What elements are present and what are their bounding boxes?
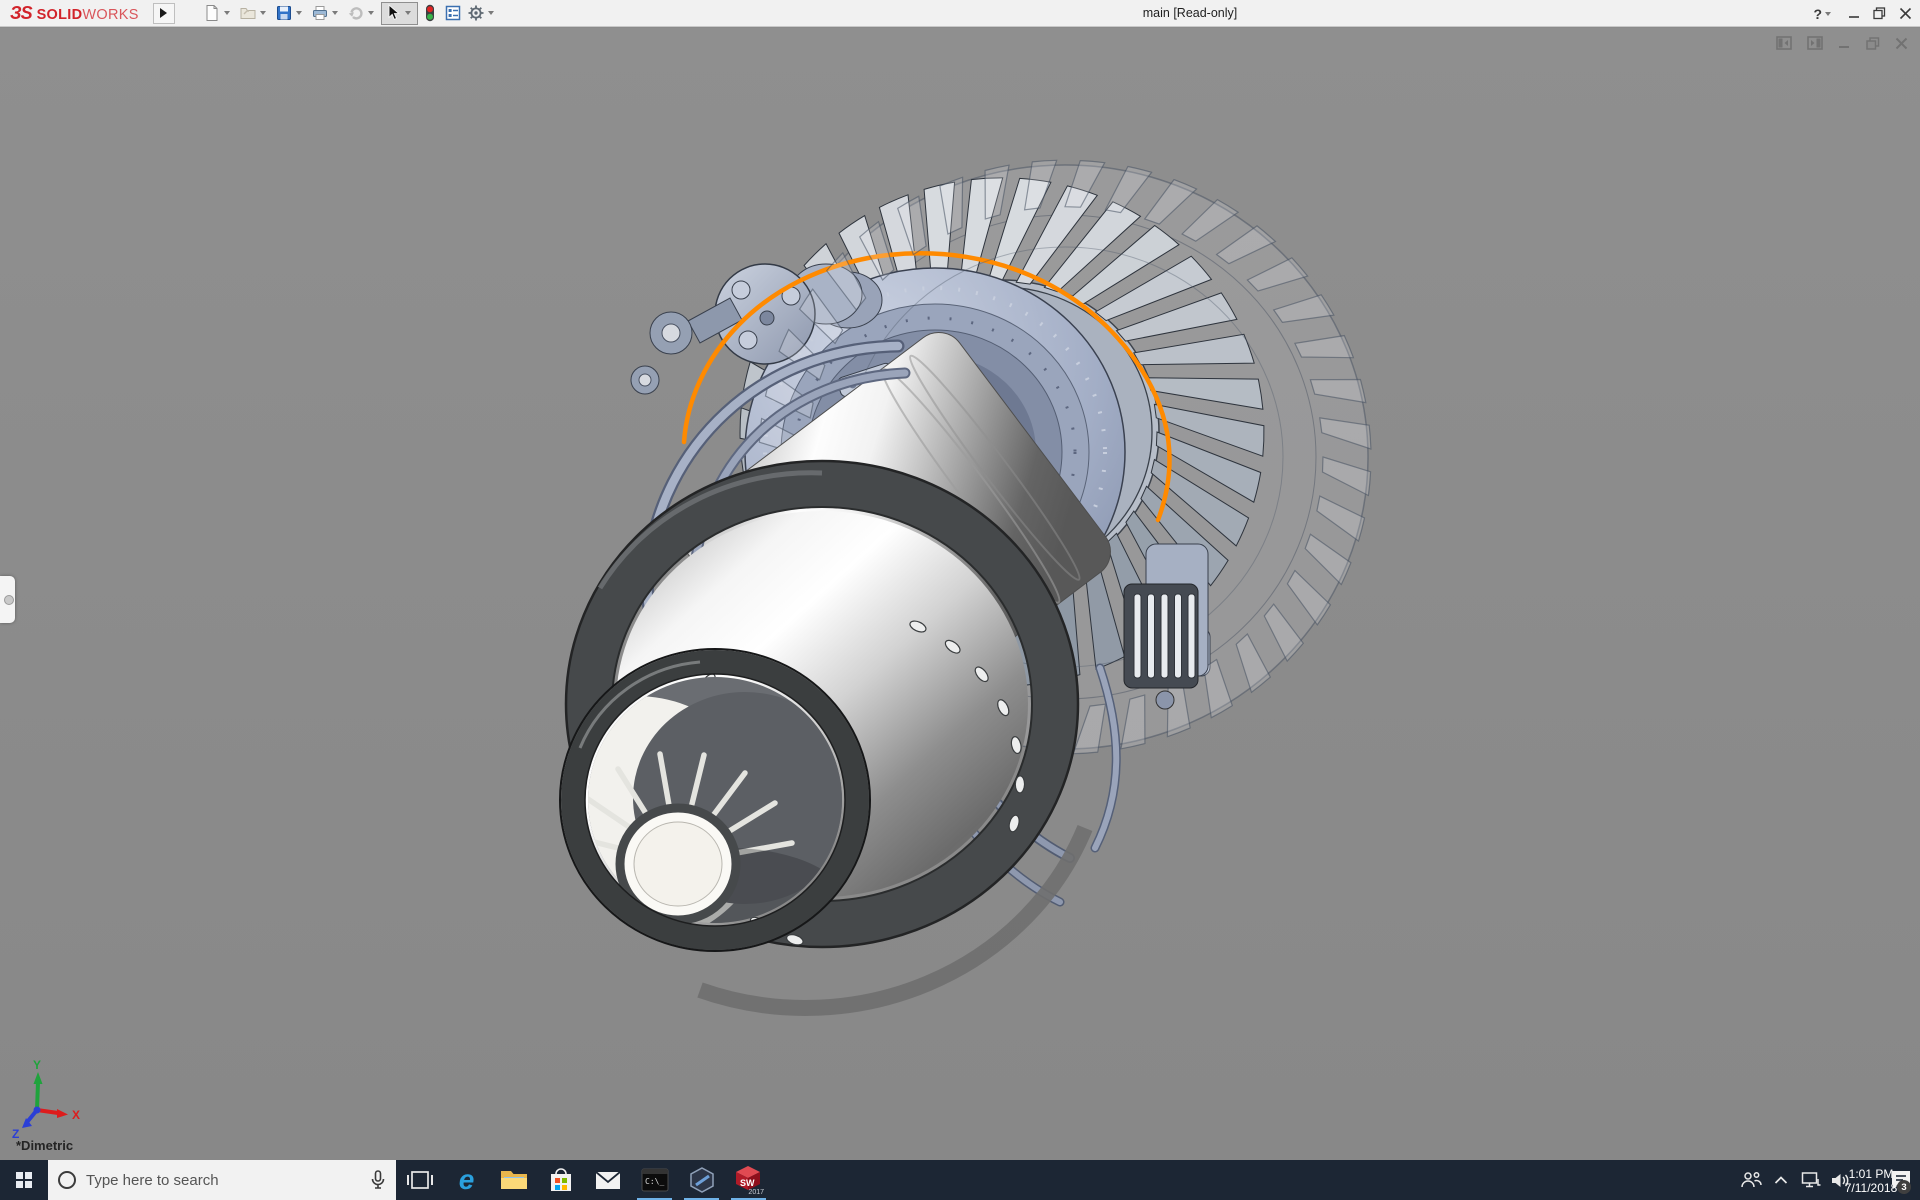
dropdown-caret-icon[interactable] [296,11,302,15]
hexagon-app-icon [688,1166,716,1194]
title-bar: ЗS SOLID WORKS [0,0,1920,27]
people-icon [1740,1171,1762,1189]
solidworks-logo: ЗS SOLID WORKS [0,3,139,24]
mdi-close-icon[interactable] [1895,37,1908,50]
dropdown-caret-icon[interactable] [368,11,374,15]
ds-logo-mark-icon: ЗS [10,3,32,24]
new-document-button[interactable] [201,2,236,25]
edge-icon: e [459,1166,475,1194]
print-button[interactable] [309,2,344,25]
open-folder-icon [239,4,257,22]
save-floppy-icon [275,4,293,22]
options-button[interactable] [465,2,500,25]
open-button[interactable] [237,2,272,25]
feature-tree-collapsed-tab[interactable] [0,576,15,623]
svg-text:SW: SW [740,1178,755,1188]
search-placeholder: Type here to search [86,1172,360,1189]
dock-pane-right-icon[interactable] [1807,36,1823,50]
undo-arrow-icon [347,4,365,22]
file-explorer-icon [499,1167,529,1193]
taskbar-app-hexagon[interactable] [678,1160,725,1200]
expand-arrow-icon [160,8,167,18]
clock[interactable]: 1:01 PM7/11/2018 [1856,1160,1886,1200]
restore-button[interactable] [1873,7,1886,20]
rebuild-button[interactable] [419,2,441,25]
minimize-button[interactable] [1848,8,1860,20]
dock-pane-left-icon[interactable] [1776,36,1792,50]
save-button[interactable] [273,2,308,25]
window-controls: ? [1813,0,1912,27]
taskbar-app-edge[interactable]: e [443,1160,490,1200]
chevron-up-icon [1774,1176,1788,1185]
mount-bracket[interactable] [631,298,742,394]
new-document-icon [203,4,221,22]
document-title: main [Read-only] [1085,0,1295,27]
tray-expand-button[interactable] [1766,1160,1796,1200]
triad-x-label: X [72,1108,80,1122]
store-icon [547,1167,575,1193]
display-settings-button[interactable] [442,2,464,25]
properties-list-icon [444,4,462,22]
action-center-button[interactable]: 3 [1886,1160,1916,1200]
help-button[interactable]: ? [1813,6,1835,22]
taskbar-app-file-explorer[interactable] [490,1160,537,1200]
brand-solid: SOLID [37,7,83,23]
3d-viewport[interactable]: Y X Z *Dimetric [0,28,1920,1160]
solidworks-2017-icon: SW 2017 [733,1165,765,1195]
close-button[interactable] [1899,7,1912,20]
mail-icon [594,1169,622,1191]
microphone-icon[interactable] [370,1170,386,1190]
people-button[interactable] [1736,1160,1766,1200]
task-view-button[interactable] [396,1160,443,1200]
network-icon [1801,1171,1821,1189]
help-icon: ? [1813,6,1822,22]
taskbar-app-command-prompt[interactable]: C:\_ [631,1160,678,1200]
mdi-minimize-icon[interactable] [1838,37,1851,50]
mdi-restore-icon[interactable] [1866,37,1880,50]
orientation-triad: Y X Z [12,1058,80,1141]
dropdown-caret-icon[interactable] [260,11,266,15]
start-button[interactable] [0,1160,48,1200]
task-view-icon [407,1169,433,1191]
network-button[interactable] [1796,1160,1826,1200]
windows-taskbar: Type here to search e [0,1160,1920,1200]
jet-engine-model[interactable]: Y X Z [0,28,1920,1160]
undo-button[interactable] [345,2,380,25]
select-cursor-icon [384,4,402,22]
svg-text:C:\_: C:\_ [645,1177,664,1186]
gear-icon [467,4,485,22]
taskbar-search-input[interactable]: Type here to search [48,1160,396,1200]
stoplight-icon [421,4,439,22]
dropdown-caret-icon[interactable] [1825,12,1831,16]
menu-expand-button[interactable] [153,3,175,24]
dropdown-caret-icon[interactable] [332,11,338,15]
taskbar-app-mail[interactable] [584,1160,631,1200]
triad-y-label: Y [33,1058,41,1072]
taskbar-app-solidworks[interactable]: SW 2017 [725,1160,772,1200]
command-prompt-icon: C:\_ [640,1167,670,1193]
taskbar-app-store[interactable] [537,1160,584,1200]
cortana-icon [58,1171,76,1189]
notification-badge: 3 [1897,1180,1911,1194]
svg-text:2017: 2017 [748,1189,764,1195]
quick-access-toolbar [201,2,500,25]
mdi-window-controls [1776,36,1908,50]
system-tray: 1:01 PM7/11/2018 3 [1736,1160,1920,1200]
dropdown-caret-icon[interactable] [405,11,411,15]
select-tool-button[interactable] [381,2,418,25]
dropdown-caret-icon[interactable] [224,11,230,15]
windows-logo-icon [16,1172,33,1189]
view-orientation-label: *Dimetric [16,1138,73,1153]
solidworks-desktop: { "window": { "brand": {"mark": "ЗS", "n… [0,0,1920,1200]
print-icon [311,4,329,22]
brand-works: WORKS [82,7,138,23]
dropdown-caret-icon[interactable] [488,11,494,15]
